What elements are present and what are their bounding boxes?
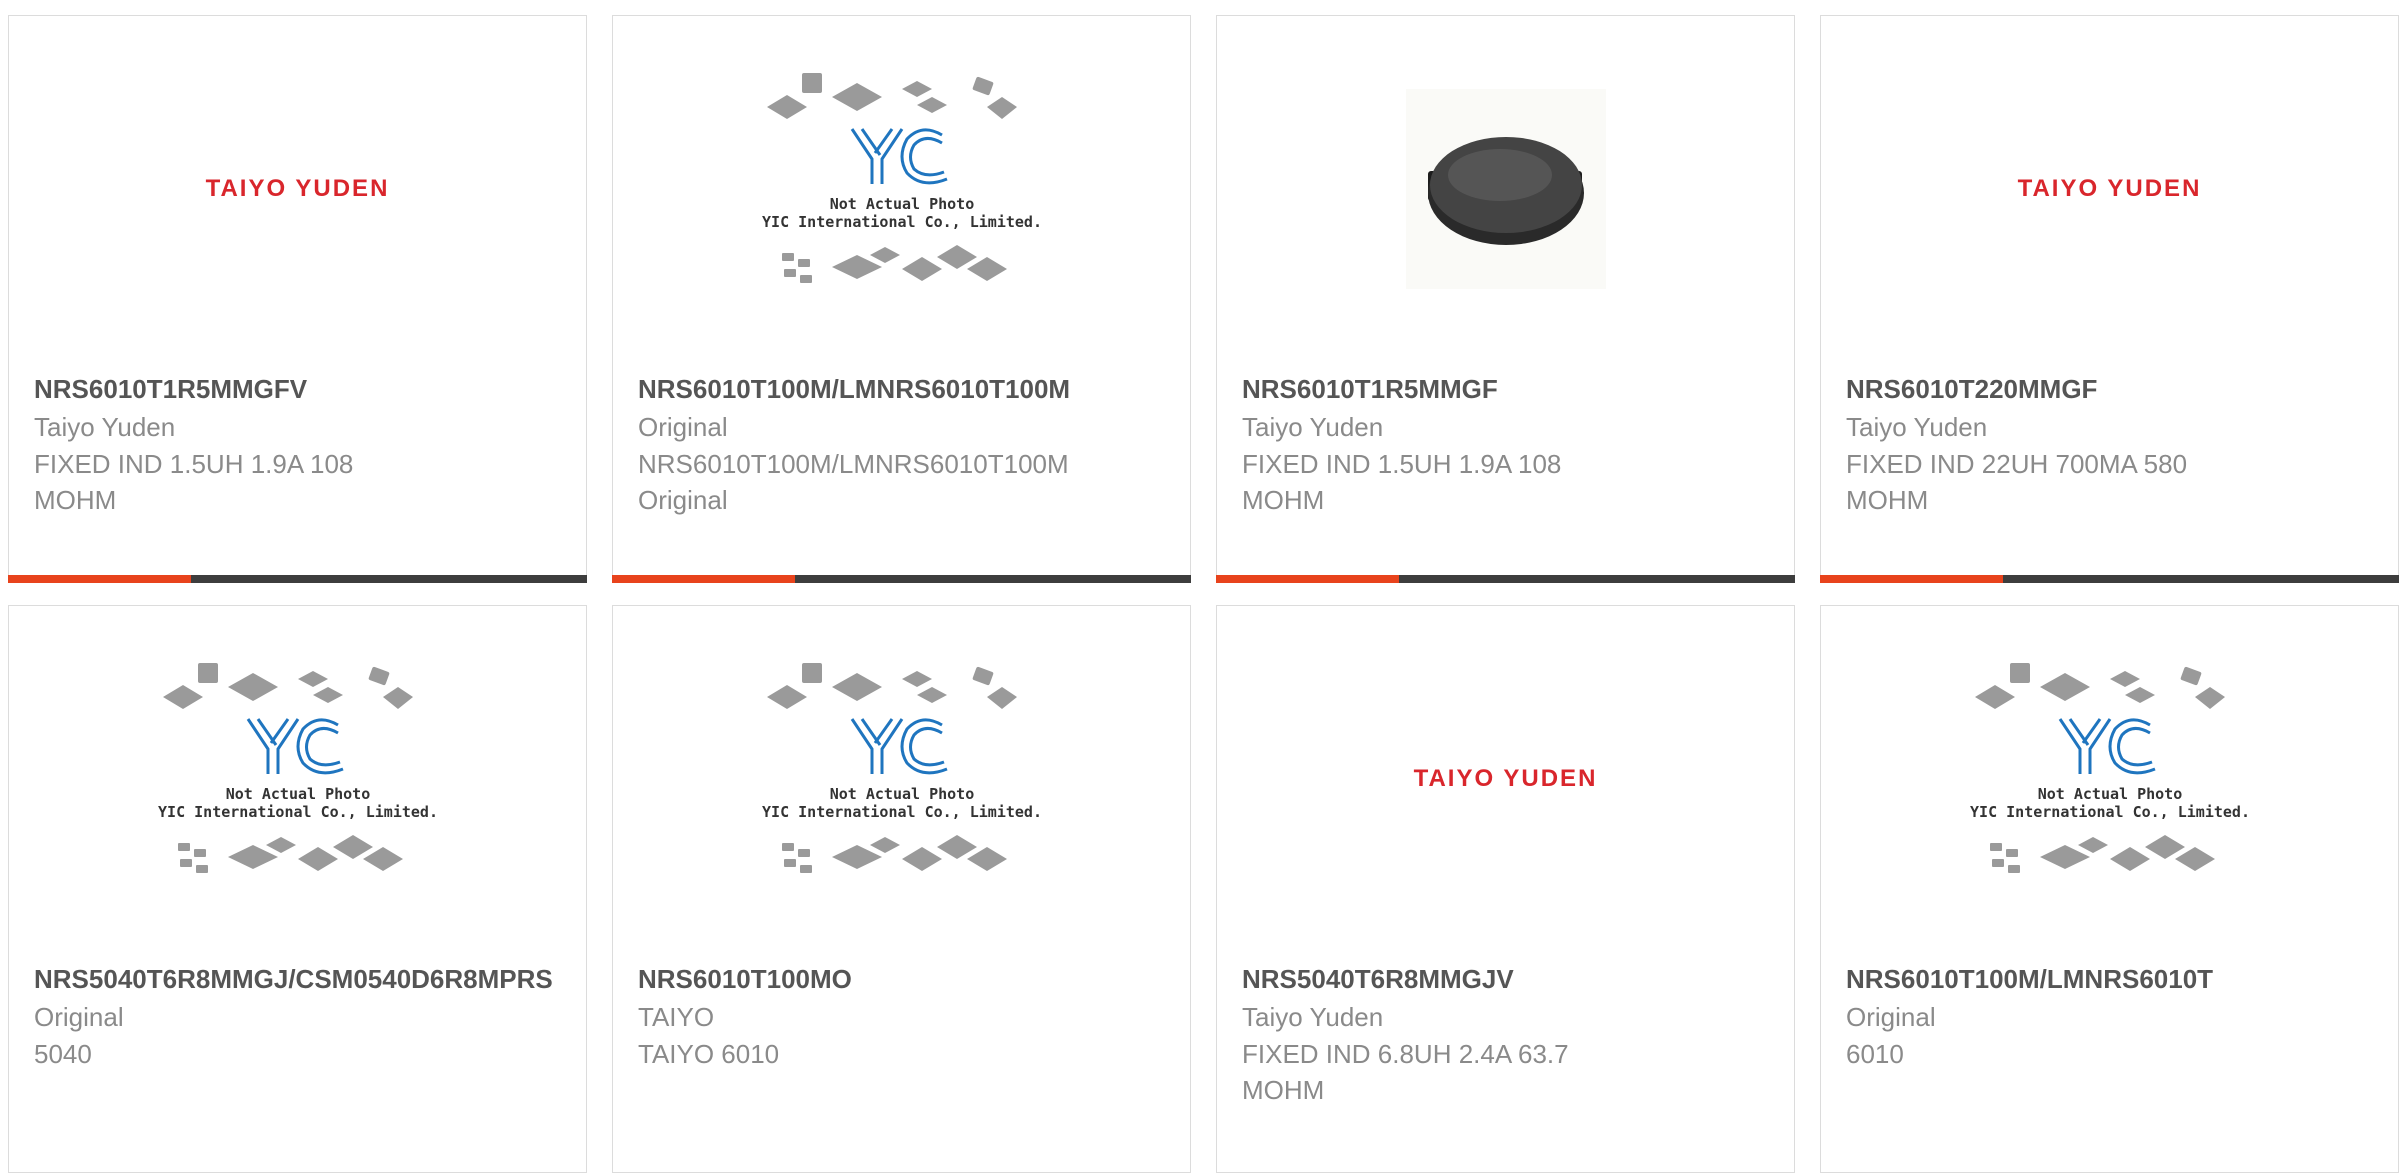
product-image[interactable] [1217, 16, 1794, 361]
product-manufacturer: TAIYO [638, 1002, 715, 1032]
product-manufacturer: Taiyo Yuden [34, 412, 176, 442]
placeholder-caption-2: YIC International Co., Limited. [762, 213, 1042, 231]
yic-placeholder-image: Not Actual Photo YIC International Co., … [1970, 662, 2250, 873]
placeholder-caption-1: Not Actual Photo [829, 785, 974, 803]
product-image[interactable]: Not Actual Photo YIC International Co., … [1821, 606, 2398, 951]
product-part-number[interactable]: NRS5040T6R8MMGJ/CSM0540D6R8MPRS [34, 962, 594, 996]
yic-placeholder-image: Not Actual Photo YIC International Co., … [762, 72, 1042, 283]
product-description: 5040 [34, 1039, 92, 1069]
product-part-number[interactable]: NRS6010T100M/LMNRS6010T [1846, 962, 2400, 996]
product-card[interactable]: Not Actual Photo YIC International Co., … [1820, 605, 2399, 1173]
placeholder-caption-2: YIC International Co., Limited. [762, 803, 1042, 821]
chip-icons-top [1974, 662, 2225, 709]
product-description: NRS6010T100M/LMNRS6010T100M Original [638, 449, 1069, 515]
chip-icons-bottom [781, 244, 1007, 283]
product-image[interactable]: Not Actual Photo YIC International Co., … [9, 606, 586, 951]
chip-icons-bottom [177, 834, 403, 873]
product-part-number[interactable]: NRS6010T100M/LMNRS6010T100M [638, 372, 1198, 406]
product-card[interactable]: TAIYO YUDEN NRS5040T6R8MMGJV Taiyo Yuden… [1216, 605, 1795, 1173]
product-description: 6010 [1846, 1039, 1904, 1069]
product-part-number[interactable]: NRS6010T220MMGF [1846, 372, 2400, 406]
card-accent [1820, 575, 2003, 583]
product-description: FIXED IND 22UH 700MA 580 MOHM [1846, 449, 2188, 515]
chip-icons-top [766, 662, 1017, 709]
yic-placeholder-image: Not Actual Photo YIC International Co., … [762, 662, 1042, 873]
card-accent [612, 575, 795, 583]
inductor-photo [1405, 88, 1606, 289]
product-manufacturer: Taiyo Yuden [1846, 412, 1988, 442]
product-manufacturer: Original [638, 412, 728, 442]
product-grid: TAIYO YUDEN NRS6010T1R5MMGFV Taiyo Yuden… [0, 0, 2400, 1173]
product-card[interactable]: Not Actual Photo YIC International Co., … [612, 605, 1191, 1173]
chip-icons-bottom [781, 834, 1007, 873]
product-part-number[interactable]: NRS6010T1R5MMGFV [34, 372, 594, 406]
product-card[interactable]: Not Actual Photo YIC International Co., … [612, 15, 1191, 583]
card-bottom-bar [612, 575, 1191, 583]
product-part-number[interactable]: NRS6010T100MO [638, 962, 1198, 996]
chip-icons-top [766, 72, 1017, 119]
product-card[interactable]: NRS6010T1R5MMGF Taiyo Yuden FIXED IND 1.… [1216, 15, 1795, 583]
product-description: FIXED IND 6.8UH 2.4A 63.7 MOHM [1242, 1039, 1569, 1105]
yic-logo-icon [850, 717, 948, 774]
taiyo-yuden-logo: TAIYO YUDEN [1413, 764, 1598, 792]
card-bottom-bar [1820, 575, 2399, 583]
chip-icons-bottom [1989, 834, 2215, 873]
product-manufacturer: Taiyo Yuden [1242, 1002, 1384, 1032]
card-accent [8, 575, 191, 583]
card-accent [1216, 575, 1399, 583]
product-description: FIXED IND 1.5UH 1.9A 108 MOHM [34, 449, 354, 515]
card-bottom-bar [8, 575, 587, 583]
yic-logo-icon [850, 127, 948, 184]
product-description: TAIYO 6010 [638, 1039, 780, 1069]
product-manufacturer: Taiyo Yuden [1242, 412, 1384, 442]
placeholder-caption-1: Not Actual Photo [829, 195, 974, 213]
card-bottom-bar [1216, 575, 1795, 583]
product-image[interactable]: Not Actual Photo YIC International Co., … [613, 16, 1190, 361]
product-card[interactable]: TAIYO YUDEN NRS6010T1R5MMGFV Taiyo Yuden… [8, 15, 587, 583]
placeholder-caption-1: Not Actual Photo [2037, 785, 2182, 803]
product-card[interactable]: TAIYO YUDEN NRS6010T220MMGF Taiyo Yuden … [1820, 15, 2399, 583]
product-card[interactable]: Not Actual Photo YIC International Co., … [8, 605, 587, 1173]
product-manufacturer: Original [1846, 1002, 1936, 1032]
yic-placeholder-image: Not Actual Photo YIC International Co., … [158, 662, 438, 873]
placeholder-caption-2: YIC International Co., Limited. [1970, 803, 2250, 821]
product-description: FIXED IND 1.5UH 1.9A 108 MOHM [1242, 449, 1562, 515]
taiyo-yuden-logo: TAIYO YUDEN [2017, 174, 2202, 202]
product-image[interactable]: TAIYO YUDEN [1821, 16, 2398, 361]
product-image[interactable]: Not Actual Photo YIC International Co., … [613, 606, 1190, 951]
yic-logo-icon [246, 717, 344, 774]
yic-logo-icon [2058, 717, 2156, 774]
product-image[interactable]: TAIYO YUDEN [9, 16, 586, 361]
placeholder-caption-2: YIC International Co., Limited. [158, 803, 438, 821]
product-manufacturer: Original [34, 1002, 124, 1032]
product-image[interactable]: TAIYO YUDEN [1217, 606, 1794, 951]
taiyo-yuden-logo: TAIYO YUDEN [205, 174, 390, 202]
product-part-number[interactable]: NRS6010T1R5MMGF [1242, 372, 1802, 406]
product-part-number[interactable]: NRS5040T6R8MMGJV [1242, 962, 1802, 996]
chip-icons-top [162, 662, 413, 709]
placeholder-caption-1: Not Actual Photo [225, 785, 370, 803]
